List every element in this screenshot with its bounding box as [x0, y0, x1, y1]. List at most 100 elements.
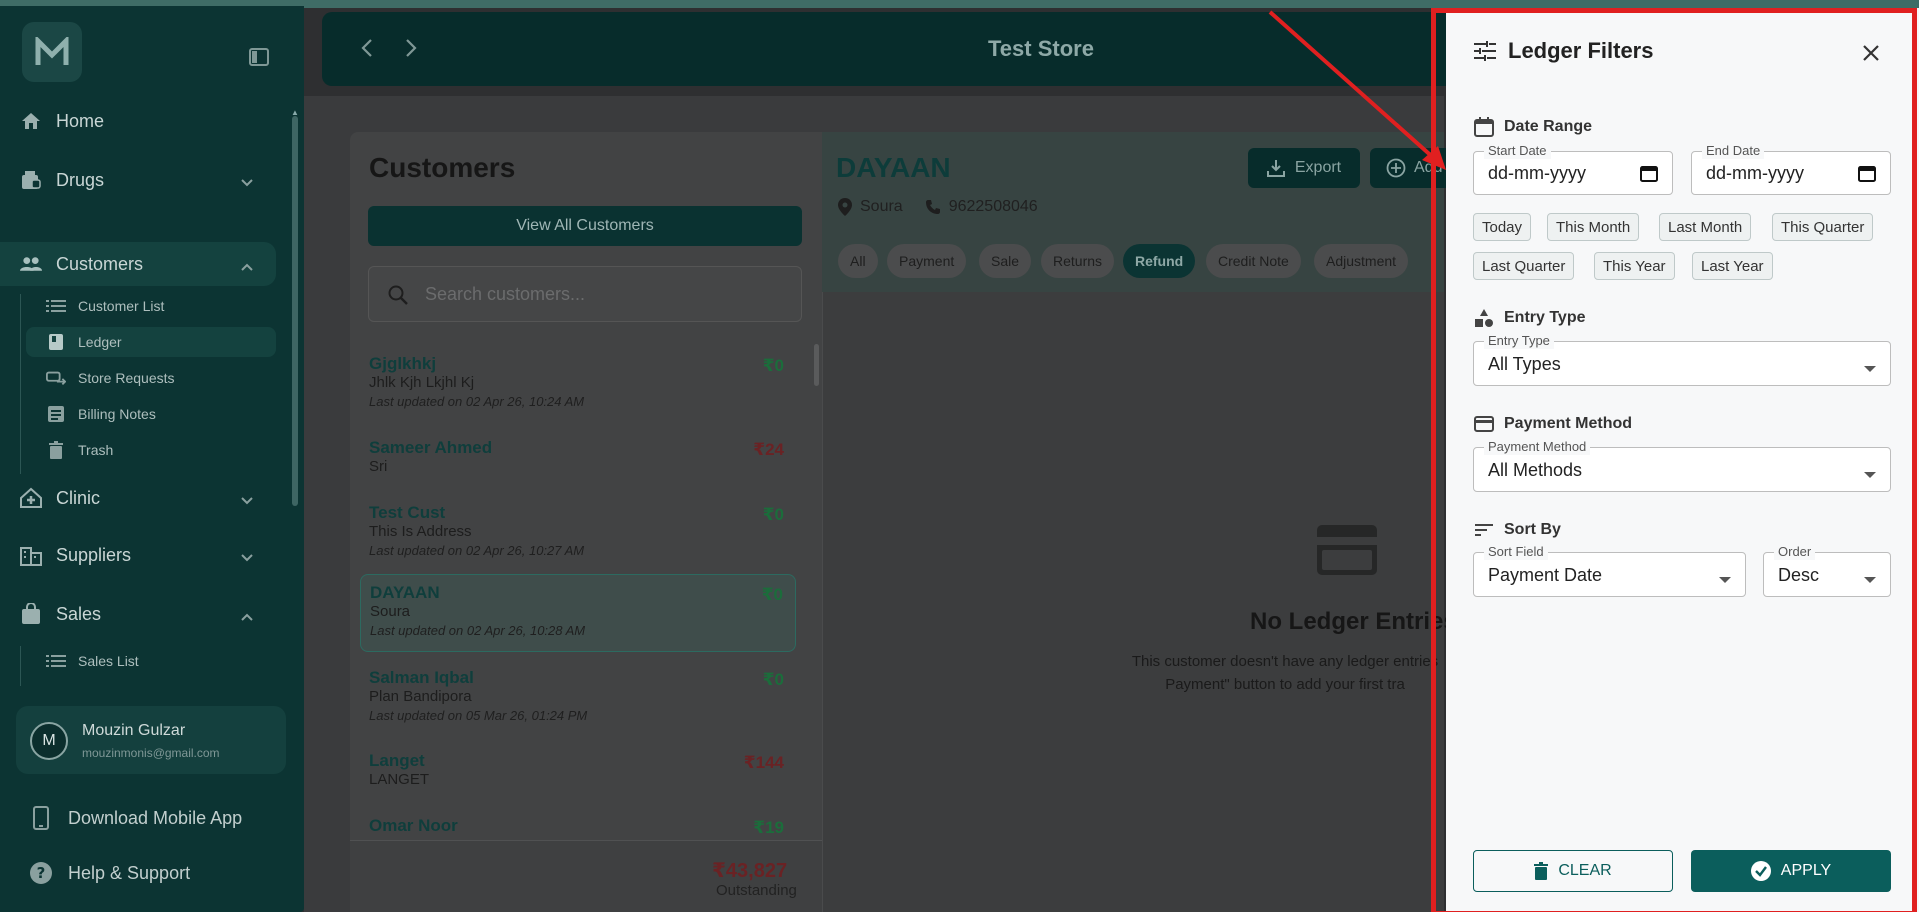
filter-chip-adjustment[interactable]: Adjustment	[1314, 244, 1409, 278]
customers-icon	[20, 253, 42, 275]
sidebar-item-label: Clinic	[56, 487, 101, 508]
quick-range-this-quarter[interactable]: This Quarter	[1772, 213, 1874, 241]
download-app-link[interactable]: Download Mobile App	[28, 803, 242, 833]
list-item-selected[interactable]: DAYAAN Soura Last updated on 02 Apr 26, …	[360, 574, 796, 652]
sidebar-item-clinic[interactable]: Clinic	[0, 476, 276, 520]
chevron-down-icon	[240, 172, 254, 193]
entry-type-select[interactable]: Entry Type All Types	[1473, 333, 1891, 386]
chevron-up-icon	[240, 606, 254, 627]
list-item[interactable]: Gjglkhkj Jhlk Kjh Lkjhl Kj Last updated …	[360, 346, 796, 424]
request-icon	[46, 369, 66, 387]
filter-chip-refund[interactable]: Refund	[1123, 244, 1196, 278]
customer-name: Test Cust	[369, 503, 446, 522]
last-updated: Last updated on 05 Mar 26, 01:24 PM	[369, 708, 588, 723]
export-button[interactable]: Export	[1248, 148, 1360, 188]
sidebar: Home Drugs Customers Customer List Ledge…	[0, 6, 304, 912]
last-updated: Last updated on 02 Apr 26, 10:28 AM	[370, 623, 586, 638]
sidebar-collapse-icon[interactable]	[248, 46, 270, 68]
apply-button[interactable]: APPLY	[1691, 850, 1891, 892]
submenu-guide-line	[20, 646, 21, 686]
customer-balance: ₹24	[753, 440, 784, 459]
sidebar-item-customer-list[interactable]: Customer List	[46, 291, 164, 321]
add-label: Add	[1414, 159, 1443, 176]
sidebar-item-store-requests[interactable]: Store Requests	[46, 363, 175, 393]
quick-range-this-year[interactable]: This Year	[1594, 252, 1675, 280]
end-date-field[interactable]: End Date dd-mm-yyyy	[1691, 143, 1891, 195]
customer-name: DAYAAN	[370, 583, 440, 602]
clear-label: CLEAR	[1558, 862, 1612, 879]
start-date-field[interactable]: Start Date dd-mm-yyyy	[1473, 143, 1673, 195]
list-item[interactable]: Test Cust This Is Address Last updated o…	[360, 495, 796, 573]
quick-range-last-year[interactable]: Last Year	[1692, 252, 1773, 280]
payment-method-label: Payment Method	[1484, 439, 1591, 455]
filter-chip-sale[interactable]: Sale	[979, 244, 1032, 278]
sidebar-item-drugs[interactable]: Drugs	[0, 158, 276, 202]
quick-range-last-month[interactable]: Last Month	[1659, 213, 1752, 241]
customer-address: Jhlk Kjh Lkjhl Kj	[369, 374, 475, 391]
phone-icon	[925, 199, 941, 215]
sub-item-label: Customer List	[78, 298, 165, 314]
empty-state-line: This customer doesn't have any ledger en…	[1131, 653, 1439, 670]
customer-name: Omar Noor	[369, 816, 458, 835]
suppliers-icon	[20, 544, 42, 566]
tune-icon	[1474, 41, 1496, 61]
sort-title: Sort By	[1504, 521, 1561, 538]
sidebar-item-sales[interactable]: Sales	[0, 592, 276, 636]
calendar-icon[interactable]	[1858, 164, 1876, 187]
sidebar-item-label: Suppliers	[56, 544, 132, 565]
sidebar-item-home[interactable]: Home	[0, 99, 276, 143]
filter-chip-all[interactable]: All	[838, 244, 878, 278]
user-card[interactable]: M Mouzin Gulzar mouzinmonis@gmail.com	[16, 706, 286, 774]
customer-balance: ₹19	[753, 818, 784, 837]
customer-name: Langet	[369, 751, 425, 770]
view-all-customers-button[interactable]: View All Customers	[368, 206, 802, 246]
help-icon: ?	[28, 860, 54, 886]
customer-list-scrollbar[interactable]	[814, 344, 819, 386]
sidebar-item-billing-notes[interactable]: Billing Notes	[46, 399, 156, 429]
trash-icon	[46, 441, 66, 459]
list-icon	[46, 652, 66, 670]
total-outstanding-label: Outstanding	[716, 882, 797, 899]
help-support-link[interactable]: ? Help & Support	[28, 858, 190, 888]
close-icon[interactable]	[1860, 42, 1882, 64]
calendar-icon[interactable]	[1640, 164, 1658, 187]
sort-field-value: Payment Date	[1488, 565, 1603, 585]
sidebar-item-label: Customers	[56, 253, 144, 274]
customer-address: This Is Address	[369, 523, 472, 540]
dropdown-arrow-icon	[1864, 466, 1876, 484]
search-input[interactable]: Search customers...	[368, 266, 802, 322]
ledger-phone: 9622508046	[948, 198, 1038, 215]
quick-range-last-quarter[interactable]: Last Quarter	[1473, 252, 1575, 280]
book-icon	[46, 333, 66, 351]
help-support-label: Help & Support	[68, 862, 191, 883]
sidebar-item-customers[interactable]: Customers	[0, 242, 276, 286]
entry-type-label: Entry Type	[1484, 333, 1554, 349]
svg-text:?: ?	[37, 864, 46, 882]
quick-range-today[interactable]: Today	[1473, 213, 1532, 241]
quick-range-this-month[interactable]: This Month	[1547, 213, 1640, 241]
payment-method-select[interactable]: Payment Method All Methods	[1473, 439, 1891, 492]
clear-button[interactable]: CLEAR	[1473, 850, 1673, 892]
sub-item-label: Trash	[78, 442, 114, 458]
customer-balance: ₹144	[743, 753, 784, 772]
list-item[interactable]: Omar Noor ₹19	[360, 808, 796, 840]
sidebar-item-trash[interactable]: Trash	[46, 435, 113, 465]
customer-address: LANGET	[369, 771, 430, 788]
list-item[interactable]: Salman Iqbal Plan Bandipora Last updated…	[360, 660, 796, 738]
sort-field-select[interactable]: Sort Field Payment Date	[1473, 544, 1746, 597]
filter-chip-returns[interactable]: Returns	[1041, 244, 1115, 278]
sidebar-item-sales-list[interactable]: Sales List	[46, 646, 139, 676]
customer-balance: ₹0	[762, 505, 784, 524]
customer-name: Salman Iqbal	[369, 668, 474, 687]
sidebar-item-suppliers[interactable]: Suppliers	[0, 533, 276, 577]
filter-chip-credit-note[interactable]: Credit Note	[1206, 244, 1301, 278]
sidebar-item-ledger[interactable]: Ledger	[26, 327, 276, 357]
sidebar-scrollbar[interactable]	[292, 116, 298, 506]
entry-type-title: Entry Type	[1504, 309, 1586, 326]
delete-icon	[1534, 862, 1549, 880]
ledger-location: Soura	[860, 198, 903, 215]
app-logo[interactable]	[22, 22, 82, 82]
filter-chip-payment[interactable]: Payment	[887, 244, 967, 278]
sort-order-select[interactable]: Order Desc	[1763, 544, 1891, 597]
customer-balance: ₹0	[761, 585, 783, 604]
